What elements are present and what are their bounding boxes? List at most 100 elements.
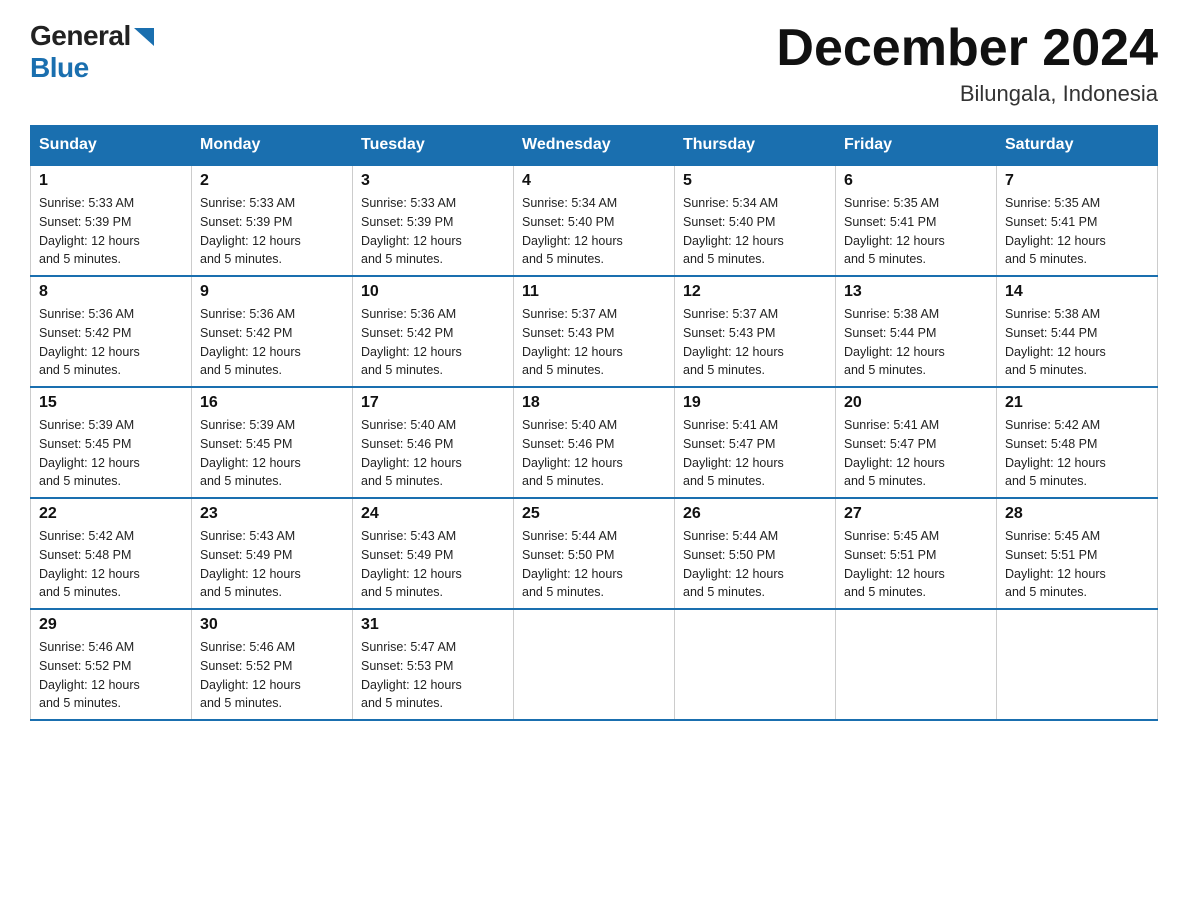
day-number: 11: [522, 283, 666, 301]
day-number: 23: [200, 505, 344, 523]
calendar-cell: 24 Sunrise: 5:43 AMSunset: 5:49 PMDaylig…: [353, 498, 514, 609]
day-info: Sunrise: 5:38 AMSunset: 5:44 PMDaylight:…: [844, 307, 945, 377]
day-info: Sunrise: 5:47 AMSunset: 5:53 PMDaylight:…: [361, 640, 462, 710]
day-info: Sunrise: 5:38 AMSunset: 5:44 PMDaylight:…: [1005, 307, 1106, 377]
calendar-title: December 2024: [776, 20, 1158, 77]
day-number: 31: [361, 616, 505, 634]
calendar-cell: 23 Sunrise: 5:43 AMSunset: 5:49 PMDaylig…: [192, 498, 353, 609]
day-info: Sunrise: 5:42 AMSunset: 5:48 PMDaylight:…: [39, 529, 140, 599]
day-info: Sunrise: 5:43 AMSunset: 5:49 PMDaylight:…: [200, 529, 301, 599]
day-info: Sunrise: 5:34 AMSunset: 5:40 PMDaylight:…: [522, 196, 623, 266]
day-info: Sunrise: 5:36 AMSunset: 5:42 PMDaylight:…: [39, 307, 140, 377]
calendar-cell: 27 Sunrise: 5:45 AMSunset: 5:51 PMDaylig…: [836, 498, 997, 609]
header-thursday: Thursday: [675, 126, 836, 166]
calendar-cell: 25 Sunrise: 5:44 AMSunset: 5:50 PMDaylig…: [514, 498, 675, 609]
calendar-cell: 13 Sunrise: 5:38 AMSunset: 5:44 PMDaylig…: [836, 276, 997, 387]
logo-blue-text: Blue: [30, 52, 89, 83]
calendar-cell: 2 Sunrise: 5:33 AMSunset: 5:39 PMDayligh…: [192, 165, 353, 276]
week-row-3: 15 Sunrise: 5:39 AMSunset: 5:45 PMDaylig…: [31, 387, 1158, 498]
day-info: Sunrise: 5:43 AMSunset: 5:49 PMDaylight:…: [361, 529, 462, 599]
day-info: Sunrise: 5:39 AMSunset: 5:45 PMDaylight:…: [200, 418, 301, 488]
calendar-cell: 4 Sunrise: 5:34 AMSunset: 5:40 PMDayligh…: [514, 165, 675, 276]
calendar-cell: 22 Sunrise: 5:42 AMSunset: 5:48 PMDaylig…: [31, 498, 192, 609]
day-number: 14: [1005, 283, 1149, 301]
calendar-cell: 5 Sunrise: 5:34 AMSunset: 5:40 PMDayligh…: [675, 165, 836, 276]
day-info: Sunrise: 5:41 AMSunset: 5:47 PMDaylight:…: [844, 418, 945, 488]
header-monday: Monday: [192, 126, 353, 166]
day-number: 30: [200, 616, 344, 634]
calendar-cell: 20 Sunrise: 5:41 AMSunset: 5:47 PMDaylig…: [836, 387, 997, 498]
calendar-cell: 11 Sunrise: 5:37 AMSunset: 5:43 PMDaylig…: [514, 276, 675, 387]
day-info: Sunrise: 5:33 AMSunset: 5:39 PMDaylight:…: [200, 196, 301, 266]
calendar-cell: [836, 609, 997, 720]
calendar-cell: 3 Sunrise: 5:33 AMSunset: 5:39 PMDayligh…: [353, 165, 514, 276]
day-number: 7: [1005, 172, 1149, 190]
calendar-cell: 15 Sunrise: 5:39 AMSunset: 5:45 PMDaylig…: [31, 387, 192, 498]
day-info: Sunrise: 5:36 AMSunset: 5:42 PMDaylight:…: [200, 307, 301, 377]
day-number: 5: [683, 172, 827, 190]
header-friday: Friday: [836, 126, 997, 166]
calendar-cell: 29 Sunrise: 5:46 AMSunset: 5:52 PMDaylig…: [31, 609, 192, 720]
calendar-cell: 7 Sunrise: 5:35 AMSunset: 5:41 PMDayligh…: [997, 165, 1158, 276]
calendar-cell: 18 Sunrise: 5:40 AMSunset: 5:46 PMDaylig…: [514, 387, 675, 498]
calendar-cell: 1 Sunrise: 5:33 AMSunset: 5:39 PMDayligh…: [31, 165, 192, 276]
day-number: 1: [39, 172, 183, 190]
day-number: 4: [522, 172, 666, 190]
calendar-cell: 6 Sunrise: 5:35 AMSunset: 5:41 PMDayligh…: [836, 165, 997, 276]
calendar-cell: [997, 609, 1158, 720]
day-info: Sunrise: 5:37 AMSunset: 5:43 PMDaylight:…: [683, 307, 784, 377]
day-number: 19: [683, 394, 827, 412]
day-info: Sunrise: 5:40 AMSunset: 5:46 PMDaylight:…: [361, 418, 462, 488]
calendar-cell: 30 Sunrise: 5:46 AMSunset: 5:52 PMDaylig…: [192, 609, 353, 720]
week-row-1: 1 Sunrise: 5:33 AMSunset: 5:39 PMDayligh…: [31, 165, 1158, 276]
day-info: Sunrise: 5:46 AMSunset: 5:52 PMDaylight:…: [200, 640, 301, 710]
day-info: Sunrise: 5:34 AMSunset: 5:40 PMDaylight:…: [683, 196, 784, 266]
day-info: Sunrise: 5:45 AMSunset: 5:51 PMDaylight:…: [1005, 529, 1106, 599]
day-number: 22: [39, 505, 183, 523]
day-number: 24: [361, 505, 505, 523]
day-info: Sunrise: 5:42 AMSunset: 5:48 PMDaylight:…: [1005, 418, 1106, 488]
calendar-table: SundayMondayTuesdayWednesdayThursdayFrid…: [30, 125, 1158, 721]
logo-general-text: General: [30, 20, 131, 52]
logo: General Blue: [30, 20, 154, 84]
week-row-5: 29 Sunrise: 5:46 AMSunset: 5:52 PMDaylig…: [31, 609, 1158, 720]
logo-arrow-icon: [134, 28, 154, 46]
day-info: Sunrise: 5:33 AMSunset: 5:39 PMDaylight:…: [361, 196, 462, 266]
calendar-cell: 16 Sunrise: 5:39 AMSunset: 5:45 PMDaylig…: [192, 387, 353, 498]
day-number: 28: [1005, 505, 1149, 523]
day-number: 25: [522, 505, 666, 523]
day-info: Sunrise: 5:35 AMSunset: 5:41 PMDaylight:…: [844, 196, 945, 266]
day-info: Sunrise: 5:44 AMSunset: 5:50 PMDaylight:…: [522, 529, 623, 599]
day-number: 29: [39, 616, 183, 634]
day-number: 2: [200, 172, 344, 190]
day-number: 9: [200, 283, 344, 301]
day-info: Sunrise: 5:45 AMSunset: 5:51 PMDaylight:…: [844, 529, 945, 599]
calendar-cell: 14 Sunrise: 5:38 AMSunset: 5:44 PMDaylig…: [997, 276, 1158, 387]
day-number: 26: [683, 505, 827, 523]
header-sunday: Sunday: [31, 126, 192, 166]
day-number: 16: [200, 394, 344, 412]
day-number: 27: [844, 505, 988, 523]
header-wednesday: Wednesday: [514, 126, 675, 166]
day-info: Sunrise: 5:40 AMSunset: 5:46 PMDaylight:…: [522, 418, 623, 488]
day-info: Sunrise: 5:37 AMSunset: 5:43 PMDaylight:…: [522, 307, 623, 377]
day-number: 8: [39, 283, 183, 301]
day-number: 10: [361, 283, 505, 301]
day-info: Sunrise: 5:44 AMSunset: 5:50 PMDaylight:…: [683, 529, 784, 599]
calendar-cell: 21 Sunrise: 5:42 AMSunset: 5:48 PMDaylig…: [997, 387, 1158, 498]
calendar-cell: 9 Sunrise: 5:36 AMSunset: 5:42 PMDayligh…: [192, 276, 353, 387]
day-info: Sunrise: 5:33 AMSunset: 5:39 PMDaylight:…: [39, 196, 140, 266]
day-number: 21: [1005, 394, 1149, 412]
day-number: 18: [522, 394, 666, 412]
day-number: 17: [361, 394, 505, 412]
calendar-cell: 19 Sunrise: 5:41 AMSunset: 5:47 PMDaylig…: [675, 387, 836, 498]
day-info: Sunrise: 5:36 AMSunset: 5:42 PMDaylight:…: [361, 307, 462, 377]
calendar-location: Bilungala, Indonesia: [776, 81, 1158, 107]
day-number: 20: [844, 394, 988, 412]
page-header: General Blue December 2024 Bilungala, In…: [30, 20, 1158, 107]
week-row-4: 22 Sunrise: 5:42 AMSunset: 5:48 PMDaylig…: [31, 498, 1158, 609]
header-saturday: Saturday: [997, 126, 1158, 166]
calendar-cell: [675, 609, 836, 720]
calendar-cell: 12 Sunrise: 5:37 AMSunset: 5:43 PMDaylig…: [675, 276, 836, 387]
day-number: 3: [361, 172, 505, 190]
